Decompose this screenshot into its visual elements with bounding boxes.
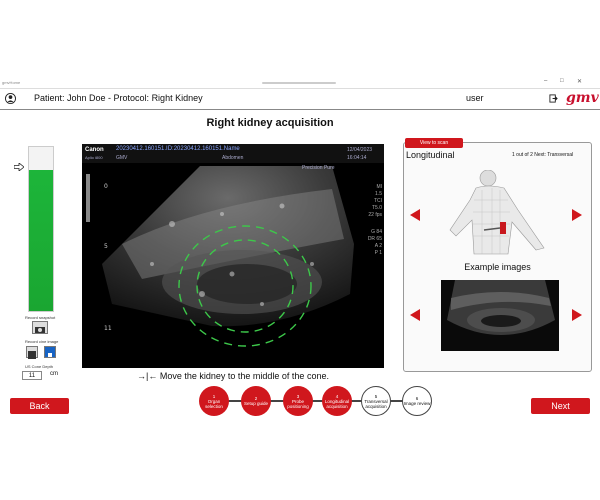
app-header: Patient: John Doe - Protocol: Right Kidn… bbox=[0, 88, 600, 110]
minimize-icon[interactable]: – bbox=[544, 78, 547, 84]
user-avatar-icon[interactable] bbox=[5, 93, 16, 104]
arrow-right-indicator-icon bbox=[14, 163, 24, 171]
step-organ-selection[interactable]: 1 Organ selection bbox=[199, 386, 229, 416]
us-right-params-2: G 84 DR 65 A 2P 1 bbox=[367, 229, 382, 256]
close-icon[interactable]: ✕ bbox=[577, 78, 582, 85]
instruction-text: →|← Move the kidney to the middle of the… bbox=[137, 371, 329, 381]
us-sub-left: GMV bbox=[116, 155, 128, 161]
step-transversal-acquisition[interactable]: 5 Transversal acquisition bbox=[361, 386, 391, 416]
ultrasound-image[interactable]: 0 5 11 Canon Aplio i800 20230412.160151.… bbox=[82, 144, 384, 368]
ultrasound-header: Canon Aplio i800 20230412.160151.ID:2023… bbox=[82, 144, 384, 163]
us-right-params: MI 1.5 TCI T5.0 22 fps bbox=[368, 184, 382, 218]
next-example-arrow[interactable] bbox=[572, 309, 582, 321]
us-mode-line: Precision Pure bbox=[302, 165, 335, 171]
gmv-logo: gmv bbox=[566, 90, 599, 106]
window-title: gmvHome bbox=[2, 80, 21, 85]
next-button[interactable]: Next bbox=[531, 398, 590, 414]
step-image-review[interactable]: 6 Image review bbox=[402, 386, 432, 416]
ultrasound-scan-graphic: 0 5 11 bbox=[86, 166, 354, 347]
record-cine-label: Record cine image bbox=[25, 339, 59, 344]
logout-icon[interactable] bbox=[549, 94, 558, 103]
depth-mark-11: 11 bbox=[104, 325, 112, 332]
prev-example-arrow[interactable] bbox=[410, 309, 420, 321]
window-drag-handle[interactable] bbox=[262, 82, 336, 84]
maximize-icon[interactable]: □ bbox=[560, 78, 564, 84]
record-snapshot-button[interactable] bbox=[32, 321, 48, 334]
depth-label: US Cone Depth bbox=[25, 364, 54, 369]
camera-icon bbox=[35, 327, 45, 333]
record-cine-button[interactable] bbox=[26, 346, 38, 359]
window-titlebar: gmvHome – □ ✕ bbox=[0, 78, 600, 88]
app-root: gmvHome – □ ✕ Patient: John Doe - Protoc… bbox=[0, 0, 600, 500]
torso-probe-illustration bbox=[449, 170, 545, 255]
image-quality-gauge bbox=[28, 146, 54, 312]
prev-view-arrow[interactable] bbox=[410, 209, 420, 221]
patient-protocol-text: Patient: John Doe - Protocol: Right Kidn… bbox=[34, 93, 203, 103]
orientation-label: Longitudinal bbox=[406, 150, 455, 160]
step-longitudinal-acquisition[interactable]: 4 Longitudinal acquisition bbox=[322, 386, 352, 416]
example-ultrasound-image bbox=[441, 280, 559, 351]
us-brand: Canon bbox=[85, 147, 104, 153]
stop-icon bbox=[48, 353, 52, 357]
record-snapshot-label: Record snapshot bbox=[25, 315, 56, 320]
username: user bbox=[466, 93, 484, 103]
us-id-line: 20230412.160151.ID:20230412.160151.Name bbox=[116, 146, 240, 152]
step-setup-guide[interactable]: 2 Setup guide bbox=[241, 386, 271, 416]
depth-mark-0: 0 bbox=[104, 183, 108, 190]
us-time: 16:04:14 bbox=[347, 155, 367, 161]
stop-cine-button[interactable] bbox=[44, 346, 56, 358]
back-button[interactable]: Back bbox=[10, 398, 69, 414]
page-title: Right kidney acquisition bbox=[206, 117, 334, 129]
progress-text: 1 out of 2 Next: Transversal bbox=[512, 152, 574, 158]
gauge-fill bbox=[29, 169, 53, 311]
step-probe-positioning[interactable]: 3 Probe positioning bbox=[283, 386, 313, 416]
film-icon bbox=[28, 351, 36, 359]
example-images-title: Example images bbox=[464, 262, 531, 272]
us-model: Aplio i800 bbox=[85, 155, 103, 160]
depth-mark-5: 5 bbox=[104, 243, 108, 250]
us-date: 12/04/2023 bbox=[347, 147, 373, 153]
us-preset: Abdomen bbox=[222, 155, 244, 161]
next-view-arrow[interactable] bbox=[572, 209, 582, 221]
view-to-scan-badge: View to scan bbox=[405, 138, 463, 148]
